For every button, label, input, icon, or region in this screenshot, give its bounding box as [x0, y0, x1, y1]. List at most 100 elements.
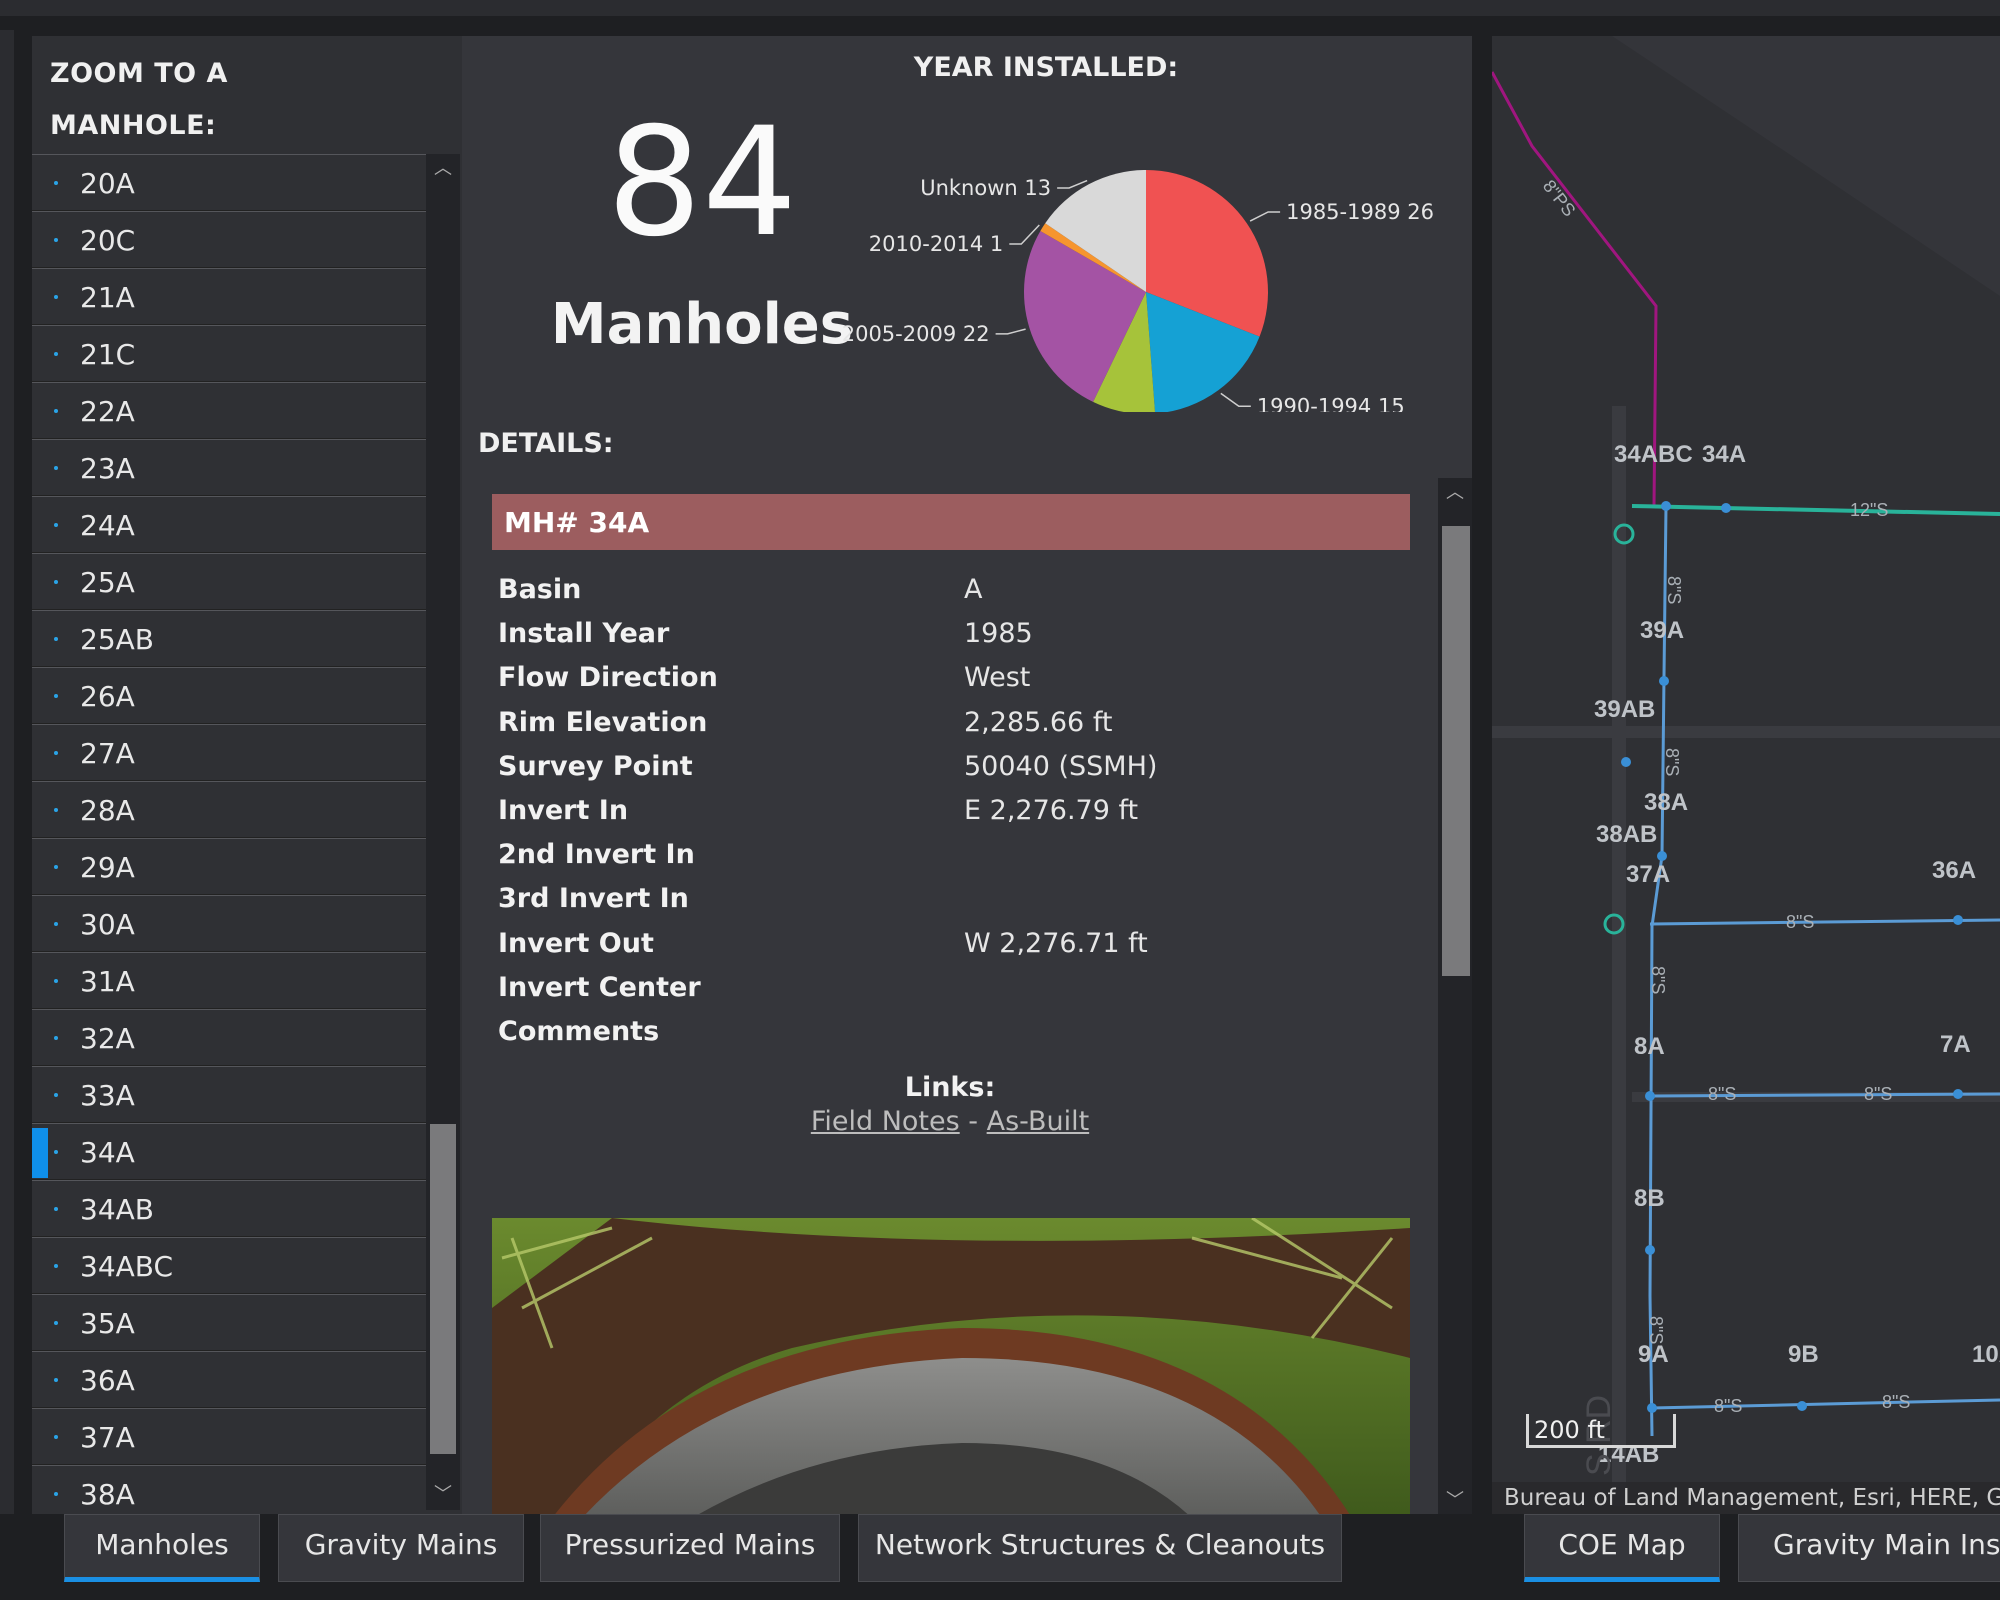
year-installed-title: YEAR INSTALLED: — [913, 52, 1179, 83]
list-item[interactable]: 20A — [32, 154, 426, 211]
field-notes-link[interactable]: Field Notes — [811, 1106, 960, 1137]
list-item[interactable]: 36A — [32, 1351, 426, 1408]
tab-gravity-mains[interactable]: Gravity Mains — [278, 1514, 524, 1582]
pie-label: 2010-2014 1 — [869, 232, 1004, 256]
map-label-36a: 36A — [1932, 857, 1976, 884]
bullet-icon — [54, 409, 58, 413]
list-item[interactable]: 34ABC — [32, 1237, 426, 1294]
list-item[interactable]: 27A — [32, 724, 426, 781]
map-canvas[interactable]: 34ABC 34A 39A 39AB 38A 38AB 37A 36A 8A 7… — [1492, 36, 2000, 1514]
list-item[interactable]: 30A — [32, 895, 426, 952]
bullet-icon — [54, 1207, 58, 1211]
scroll-down-icon[interactable]: ﹀ — [426, 1480, 460, 1510]
details-scroll-thumb[interactable] — [1442, 526, 1470, 976]
list-item-label: 21C — [80, 338, 136, 371]
scroll-down-icon[interactable]: ﹀ — [1438, 1486, 1472, 1516]
link-separator: - — [959, 1106, 987, 1137]
list-item[interactable]: 34AB — [32, 1180, 426, 1237]
tab-manholes[interactable]: Manholes — [64, 1514, 260, 1582]
attribute-value: 1985 — [964, 618, 1033, 650]
list-item-label: 25A — [80, 566, 135, 599]
details-scrollbar[interactable]: ︿ ﹀ — [1438, 478, 1472, 1516]
map-attribution: Bureau of Land Management, Esri, HERE, G… — [1492, 1482, 2000, 1514]
map-label-34a: 34A — [1702, 441, 1746, 468]
bullet-icon — [54, 922, 58, 926]
pipe-label-8s: 8"S — [1708, 1084, 1736, 1104]
pie-label: 1985-1989 26 — [1286, 200, 1434, 224]
map-label-39ab: 39AB — [1594, 696, 1655, 723]
pipe-label-8s: 8"S — [1662, 748, 1682, 776]
list-item[interactable]: 21C — [32, 325, 426, 382]
list-item[interactable]: 22A — [32, 382, 426, 439]
map-view[interactable]: 34ABC 34A 39A 39AB 38A 38AB 37A 36A 8A 7… — [1492, 36, 2000, 1514]
bullet-icon — [54, 1435, 58, 1439]
tab-gravity-main-inspections[interactable]: Gravity Main Insp — [1738, 1514, 2000, 1582]
map-label-37a: 37A — [1626, 861, 1670, 888]
bullet-icon — [54, 523, 58, 527]
scroll-up-icon[interactable]: ︿ — [1438, 478, 1472, 508]
map-label-10a: 10A — [1972, 1341, 2000, 1368]
details-title: DETAILS: — [478, 428, 614, 459]
list-item[interactable]: 24A — [32, 496, 426, 553]
list-scroll-thumb[interactable] — [430, 1124, 456, 1454]
list-item[interactable]: 33A — [32, 1066, 426, 1123]
list-item[interactable]: 32A — [32, 1009, 426, 1066]
scale-label: 200 ft — [1534, 1416, 1605, 1444]
list-item[interactable]: 23A — [32, 439, 426, 496]
attribute-name: Invert Center — [498, 971, 701, 1003]
list-item-label: 35A — [80, 1307, 135, 1340]
manhole-header: MH# 34A — [492, 494, 1410, 550]
attribute-value: E 2,276.79 ft — [964, 795, 1139, 826]
attribute-row: Survey Point 50040 (SSMH) — [498, 751, 1398, 791]
list-item[interactable]: 35A — [32, 1294, 426, 1351]
list-item[interactable]: 34A — [32, 1123, 426, 1180]
list-item[interactable]: 20C — [32, 211, 426, 268]
list-item[interactable]: 25AB — [32, 610, 426, 667]
bullet-icon — [54, 865, 58, 869]
manhole-photo — [492, 1218, 1410, 1516]
attribute-name: Comments — [498, 1016, 660, 1047]
list-item[interactable]: 38A — [32, 1465, 426, 1514]
pipe-label-8s: 8"S — [1786, 912, 1814, 932]
bullet-icon — [54, 808, 58, 812]
list-item-label: 29A — [80, 851, 135, 884]
map-label-39a: 39A — [1640, 617, 1684, 644]
attribute-name: Flow Direction — [498, 662, 718, 694]
attribute-row: 3rd Invert In — [498, 883, 1398, 923]
bullet-icon — [54, 1378, 58, 1382]
attribute-row: Invert Center — [498, 972, 1398, 1012]
tab-network-structures[interactable]: Network Structures & Cleanouts — [858, 1514, 1342, 1582]
left-edge — [0, 30, 14, 1550]
scroll-up-icon[interactable]: ︿ — [426, 154, 460, 184]
list-item-label: 31A — [80, 965, 135, 998]
pipe-label-12s: 12"S — [1850, 500, 1888, 520]
manhole-header-title: MH# 34A — [504, 506, 650, 539]
list-item-label: 37A — [80, 1421, 135, 1454]
list-item[interactable]: 37A — [32, 1408, 426, 1465]
pie-leader-line — [995, 328, 1026, 335]
as-built-link[interactable]: As-Built — [987, 1106, 1090, 1137]
attribute-row: Install Year 1985 — [498, 618, 1398, 658]
bullet-icon — [54, 637, 58, 641]
list-item-label: 32A — [80, 1022, 135, 1055]
tab-coe-map[interactable]: COE Map — [1524, 1514, 1720, 1582]
list-item-label: 21A — [80, 281, 135, 314]
list-item[interactable]: 28A — [32, 781, 426, 838]
bullet-icon — [54, 295, 58, 299]
details-content: MH# 34A Basin A Install Year 1985 Flow Direc… — [462, 478, 1438, 1516]
list-item-label: 34A — [80, 1136, 135, 1169]
list-item[interactable]: 31A — [32, 952, 426, 1009]
list-scrollbar[interactable]: ︿ ﹀ — [426, 154, 460, 1510]
list-item[interactable]: 26A — [32, 667, 426, 724]
bullet-icon — [54, 238, 58, 242]
list-item-label: 20C — [80, 224, 136, 257]
list-item-label: 28A — [80, 794, 135, 827]
list-item[interactable]: 21A — [32, 268, 426, 325]
list-item[interactable]: 29A — [32, 838, 426, 895]
tab-pressurized-mains[interactable]: Pressurized Mains — [540, 1514, 840, 1582]
pipe-label-8s: 8"S — [1882, 1392, 1910, 1412]
map-label-7a: 7A — [1940, 1031, 1971, 1058]
list-item[interactable]: 25A — [32, 553, 426, 610]
attribute-name: Survey Point — [498, 750, 693, 782]
list-item-label: 22A — [80, 395, 135, 428]
